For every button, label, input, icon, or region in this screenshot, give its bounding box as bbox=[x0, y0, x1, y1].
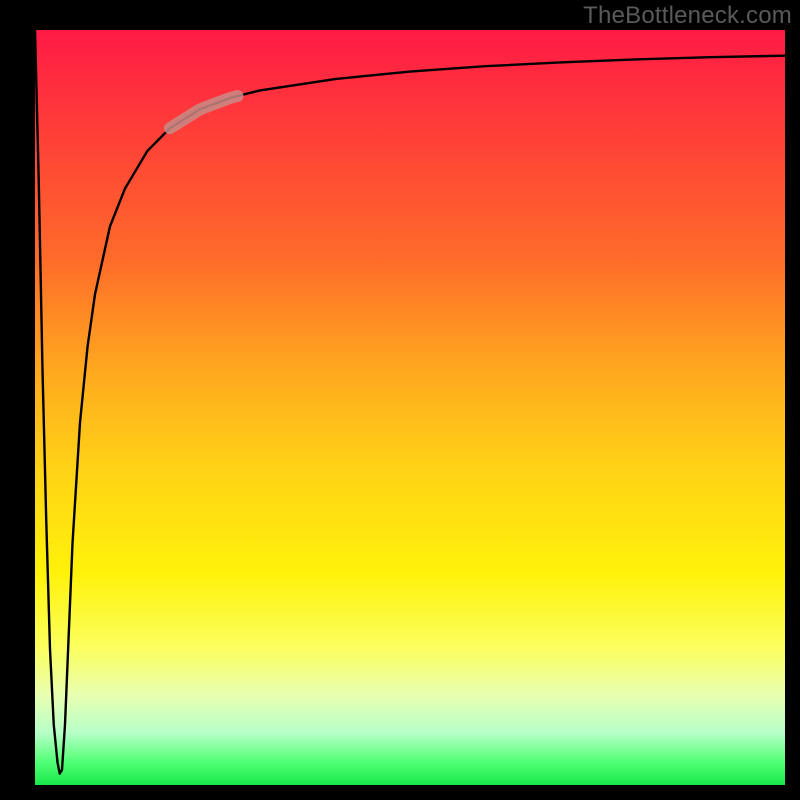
chart-frame: TheBottleneck.com bbox=[0, 0, 800, 800]
rose-segment-highlight bbox=[170, 96, 238, 128]
bottleneck-curve bbox=[35, 30, 785, 774]
curve-layer bbox=[35, 30, 785, 785]
watermark-text: TheBottleneck.com bbox=[583, 2, 792, 30]
plot-area bbox=[35, 30, 785, 785]
